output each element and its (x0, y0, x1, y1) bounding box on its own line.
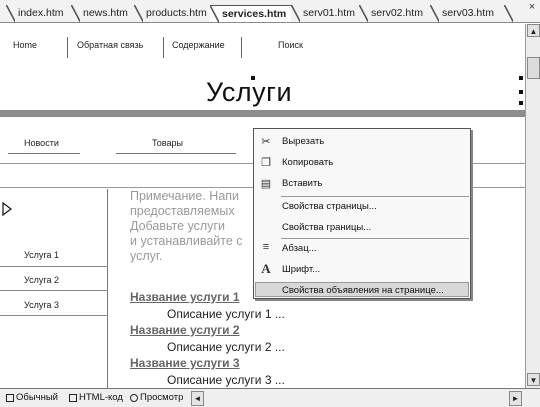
tab-news[interactable]: news.htm (71, 5, 133, 22)
context-menu: ✂ Вырезать ❐ Копировать ▤ Вставить Свойс… (253, 128, 471, 299)
banner-band (0, 110, 525, 117)
nav-link-news[interactable]: Новости (24, 138, 59, 148)
nav-link-search[interactable]: Поиск (278, 40, 303, 50)
service-description-3: Описание услуги 3 ... (167, 373, 285, 387)
normal-view-icon (6, 394, 14, 402)
sidebar-divider (0, 266, 108, 267)
tab-label: Обычный (16, 392, 58, 403)
nav-link-products[interactable]: Товары (152, 138, 183, 148)
selection-handle[interactable] (519, 90, 523, 94)
nav-divider (67, 37, 68, 58)
scroll-up-icon[interactable]: ▲ (527, 24, 540, 37)
nav-divider (163, 37, 164, 58)
service-heading-2[interactable]: Название услуги 2 (130, 323, 240, 337)
scroll-right-icon[interactable]: ► (509, 391, 522, 406)
vertical-scrollbar[interactable]: ▲ ▼ (525, 24, 540, 388)
service-heading-1[interactable]: Название услуги 1 (130, 290, 240, 304)
tab-serv02[interactable]: serv02.htm (359, 5, 430, 22)
note-line: Примечание. Напи (130, 189, 240, 203)
document-tab-bar: index.htm news.htm products.htm services… (0, 0, 540, 23)
menu-item-border-properties[interactable]: Свойства границы... (282, 222, 371, 233)
font-icon: A (261, 261, 271, 276)
scroll-left-icon[interactable]: ◄ (191, 391, 204, 406)
tab-services[interactable]: services.htm (210, 5, 291, 23)
note-line: предоставляемых (130, 204, 235, 218)
arrow-right-icon (2, 202, 12, 216)
tab-preview[interactable]: Просмотр (128, 391, 186, 406)
page-design-canvas[interactable]: Home Обратная связь Содержание Поиск Усл… (0, 24, 525, 388)
menu-separator (281, 238, 469, 239)
menu-item-page-properties[interactable]: Свойства страницы... (282, 201, 377, 212)
html-view-icon (69, 394, 77, 402)
service-heading-3[interactable]: Название услуги 3 (130, 356, 240, 370)
tab-index[interactable]: index.htm (6, 5, 70, 22)
menu-separator (281, 196, 469, 197)
menu-item-paste[interactable]: Вставить (282, 178, 322, 189)
sidebar-column (0, 189, 108, 388)
service-description-1: Описание услуги 1 ... (167, 307, 285, 321)
nav-underline (116, 153, 236, 154)
scissors-icon: ✂ (261, 136, 271, 148)
menu-item-paragraph[interactable]: Абзац... (282, 243, 317, 254)
preview-icon (130, 394, 138, 402)
paragraph-icon: ≡ (262, 241, 270, 253)
note-line: и устанавливайте с (130, 234, 243, 248)
sidebar-divider (0, 315, 108, 316)
nav-link-feedback[interactable]: Обратная связь (77, 40, 143, 50)
nav-link-contents[interactable]: Содержание (172, 40, 225, 50)
note-paragraph[interactable]: Примечание. Напи предоставляемых Добавьт… (130, 189, 255, 264)
scroll-down-icon[interactable]: ▼ (527, 373, 540, 386)
tab-overflow (504, 5, 516, 22)
tab-products[interactable]: products.htm (134, 5, 211, 22)
service-description-2: Описание услуги 2 ... (167, 340, 285, 354)
selection-handle[interactable] (251, 76, 255, 80)
menu-item-ad-properties[interactable]: Свойства объявления на странице... (282, 285, 444, 296)
sidebar-divider (0, 290, 108, 291)
tab-label: Просмотр (140, 392, 184, 403)
note-line: Добавьте услуги (130, 219, 226, 233)
note-line: услуг. (130, 249, 163, 263)
close-icon[interactable]: × (526, 2, 538, 14)
menu-item-cut[interactable]: Вырезать (282, 136, 324, 147)
selection-handle[interactable] (519, 101, 523, 105)
view-mode-bar: Обычный HTML-код Просмотр ◄ ► (0, 388, 540, 407)
scroll-thumb[interactable] (527, 57, 540, 79)
selection-handle[interactable] (519, 76, 523, 80)
tab-normal-view[interactable]: Обычный (4, 391, 66, 406)
nav-link-home[interactable]: Home (13, 40, 37, 50)
sidebar-item-service-2[interactable]: Услуга 2 (24, 275, 59, 285)
page-title[interactable]: Услуги (206, 77, 292, 108)
tab-serv03[interactable]: serv03.htm (430, 5, 504, 22)
tab-label: HTML-код (79, 392, 123, 403)
tab-serv01[interactable]: serv01.htm (291, 5, 359, 22)
tab-html-view[interactable]: HTML-код (67, 391, 127, 406)
sidebar-item-service-3[interactable]: Услуга 3 (24, 300, 59, 310)
menu-item-font[interactable]: Шрифт... (282, 264, 320, 275)
nav-divider (241, 37, 242, 58)
copy-icon: ❐ (261, 157, 271, 169)
sidebar-item-service-1[interactable]: Услуга 1 (24, 250, 59, 260)
paste-icon: ▤ (260, 178, 272, 190)
nav-underline (8, 153, 80, 154)
menu-item-copy[interactable]: Копировать (282, 157, 333, 168)
